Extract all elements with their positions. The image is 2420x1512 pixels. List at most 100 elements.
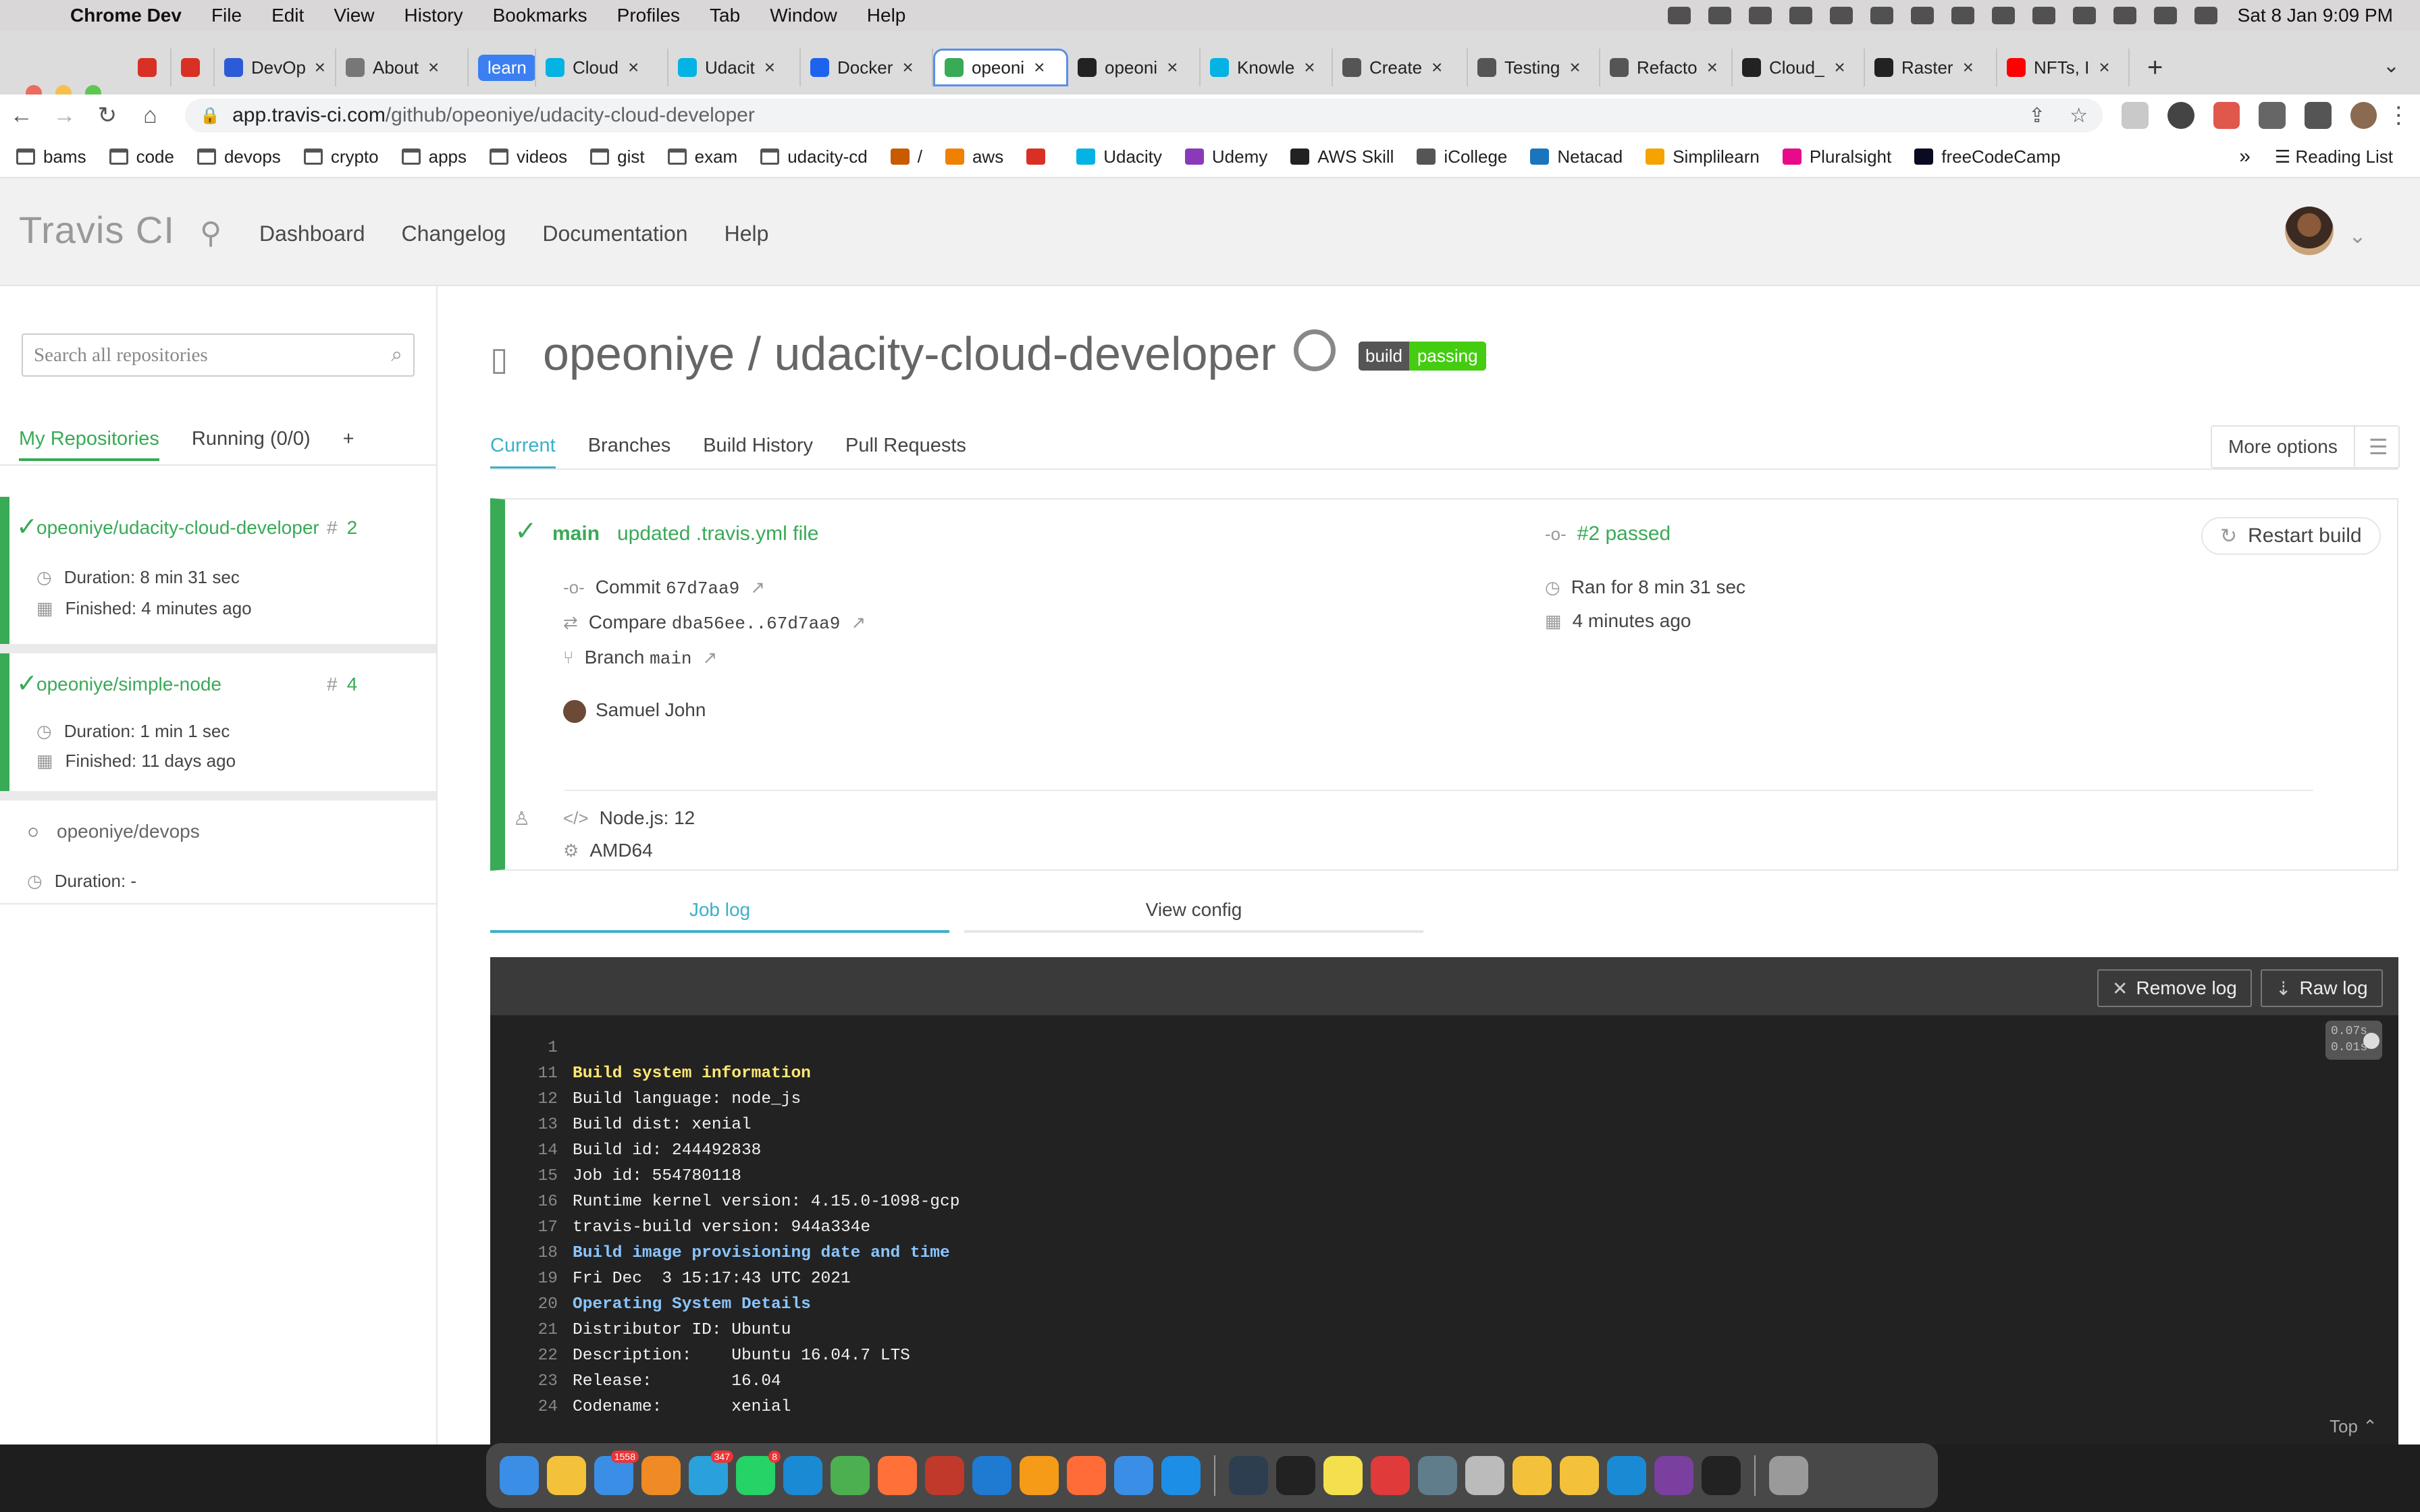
stickies-icon[interactable] [1323, 1456, 1363, 1495]
bookmarks-overflow-icon[interactable]: » [2239, 145, 2251, 168]
menu-window[interactable]: Window [770, 5, 837, 26]
app-menu[interactable]: Chrome Dev [70, 5, 182, 26]
notes-icon[interactable] [547, 1456, 586, 1495]
tab-14[interactable]: Cloud_ × [1733, 49, 1865, 86]
close-icon[interactable]: × [764, 57, 775, 78]
bookmark-site[interactable]: / [890, 146, 922, 167]
line-number[interactable]: 13 [520, 1112, 558, 1138]
repo-name[interactable]: opeoniye/simple-node [36, 674, 320, 695]
browser-menu-icon[interactable]: ⋮ [2377, 102, 2420, 129]
acrobat-icon[interactable] [1371, 1456, 1410, 1495]
tab-4[interactable]: learn [469, 49, 536, 86]
bookmark-folder[interactable]: gist [590, 146, 645, 167]
menu-view[interactable]: View [334, 5, 374, 26]
tab-16[interactable]: NFTs, I × [1997, 49, 2130, 86]
line-number[interactable]: 12 [520, 1087, 558, 1112]
docker-icon[interactable] [1829, 7, 1853, 24]
commit-message[interactable]: updated .travis.yml file [617, 522, 818, 545]
tab-10[interactable]: Knowle × [1201, 49, 1333, 86]
nav-documentation[interactable]: Documentation [542, 221, 687, 246]
remove-log-button[interactable]: ✕ Remove log [2097, 969, 2252, 1007]
menu-file[interactable]: File [211, 5, 242, 26]
color-picker-icon[interactable] [1465, 1456, 1504, 1495]
finder-icon[interactable] [500, 1456, 539, 1495]
new-tab-icon[interactable]: + [2147, 53, 2163, 83]
line-number[interactable]: 20 [520, 1292, 558, 1318]
bookmark-folder[interactable]: udacity-cd [760, 146, 868, 167]
binance-icon[interactable] [1702, 1456, 1741, 1495]
restart-build-button[interactable]: ↻ Restart build [2201, 517, 2381, 555]
bookmark-site[interactable]: Udacity [1076, 146, 1162, 167]
wifi-icon[interactable] [2113, 7, 2136, 24]
line-number[interactable]: 17 [520, 1215, 558, 1241]
app-badge-icon[interactable] [1789, 7, 1812, 24]
close-icon[interactable]: × [1569, 57, 1580, 78]
sublime-icon[interactable] [1020, 1456, 1059, 1495]
reading-list-icon[interactable]: ☰ [2275, 146, 2296, 167]
tab-13[interactable]: Refacto × [1600, 49, 1733, 86]
menu-profiles[interactable]: Profiles [617, 5, 680, 26]
bookmark-star-icon[interactable]: ☆ [2070, 104, 2088, 128]
build-status[interactable]: -o- #2 passed [1545, 522, 1671, 545]
close-icon[interactable]: × [1167, 57, 1178, 78]
trash-icon[interactable] [1769, 1456, 1808, 1495]
reload-icon[interactable]: ↻ [86, 102, 129, 129]
postman-icon[interactable] [1067, 1456, 1106, 1495]
nav-help[interactable]: Help [725, 221, 769, 246]
tab-view-config[interactable]: View config [964, 899, 1423, 933]
extension-icon[interactable] [2122, 102, 2149, 129]
vscode-icon[interactable] [972, 1456, 1011, 1495]
bookmark-site[interactable]: Pluralsight [1782, 146, 1891, 167]
mail-icon[interactable] [1870, 7, 1893, 24]
repo-item[interactable]: ✓ opeoniye/udacity-cloud-developer #2 ◷ D… [0, 497, 436, 644]
tab-build-history[interactable]: Build History [703, 435, 813, 469]
app-store-icon[interactable] [1607, 1456, 1646, 1495]
nav-changelog[interactable]: Changelog [402, 221, 506, 246]
nav-dashboard[interactable]: Dashboard [259, 221, 365, 246]
address-bar[interactable]: 🔒 app.travis-ci.com /github/opeoniye/uda… [185, 99, 2103, 132]
tab-my-repositories[interactable]: My Repositories [19, 428, 159, 461]
extensions-puzzle-icon[interactable] [2259, 102, 2286, 129]
menubar-clock[interactable]: Sat 8 Jan 9:09 PM [2238, 5, 2393, 26]
line-number[interactable]: 11 [520, 1061, 558, 1087]
line-number[interactable]: 24 [520, 1395, 558, 1420]
menu-bookmarks[interactable]: Bookmarks [493, 5, 587, 26]
extension-icon[interactable] [2167, 102, 2194, 129]
tab-15[interactable]: Raster × [1865, 49, 1997, 86]
docker-icon[interactable] [1161, 1456, 1201, 1495]
mail-icon[interactable]: 1558 [594, 1451, 639, 1495]
commit-link[interactable]: -o- Commit 67d7aa9 ↗ [563, 576, 776, 599]
compare-link[interactable]: ⇄ Compare dba56ee..67d7aa9 ↗ [563, 612, 876, 634]
notes-icon[interactable] [1667, 7, 1691, 24]
chrome-icon[interactable] [831, 1456, 870, 1495]
chrome-dev-icon[interactable] [925, 1456, 964, 1495]
tab-5[interactable]: Cloud × [536, 49, 668, 86]
tab-running[interactable]: Running (0/0) [192, 428, 311, 461]
tab-current[interactable]: Current [490, 435, 556, 469]
bookmark-folder[interactable]: exam [667, 146, 737, 167]
search-input[interactable]: Search all repositories ⌕ [22, 333, 415, 377]
terminal-icon[interactable] [1276, 1456, 1315, 1495]
tab-7[interactable]: Docker × [801, 49, 933, 86]
tab-11[interactable]: Create × [1333, 49, 1468, 86]
evernote-icon[interactable] [1708, 7, 1731, 24]
line-number[interactable]: 22 [520, 1343, 558, 1369]
bookmark-site[interactable]: Netacad [1530, 146, 1623, 167]
menu-tab[interactable]: Tab [710, 5, 740, 26]
headphones-icon[interactable] [2072, 7, 2096, 24]
tab-1[interactable] [172, 49, 215, 86]
whatsapp-icon[interactable]: 8 [736, 1451, 781, 1495]
repo-name[interactable]: opeoniye/devops [57, 821, 340, 842]
extension-icon[interactable] [2213, 102, 2240, 129]
scanner-icon[interactable] [1229, 1456, 1268, 1495]
close-icon[interactable]: × [902, 57, 913, 78]
bookmark-folder[interactable]: code [109, 146, 174, 167]
bookmark-folder[interactable]: crypto [303, 146, 379, 167]
menu-history[interactable]: History [404, 5, 463, 26]
line-number[interactable]: 23 [520, 1369, 558, 1395]
travis-logo[interactable]: Travis CI [19, 208, 175, 252]
broadcast-icon[interactable]: ⚲ [200, 216, 221, 250]
timing-badge[interactable]: 0.07s 0.01s [2325, 1021, 2382, 1060]
cyberduck-icon[interactable] [1512, 1456, 1552, 1495]
menu-edit[interactable]: Edit [271, 5, 304, 26]
